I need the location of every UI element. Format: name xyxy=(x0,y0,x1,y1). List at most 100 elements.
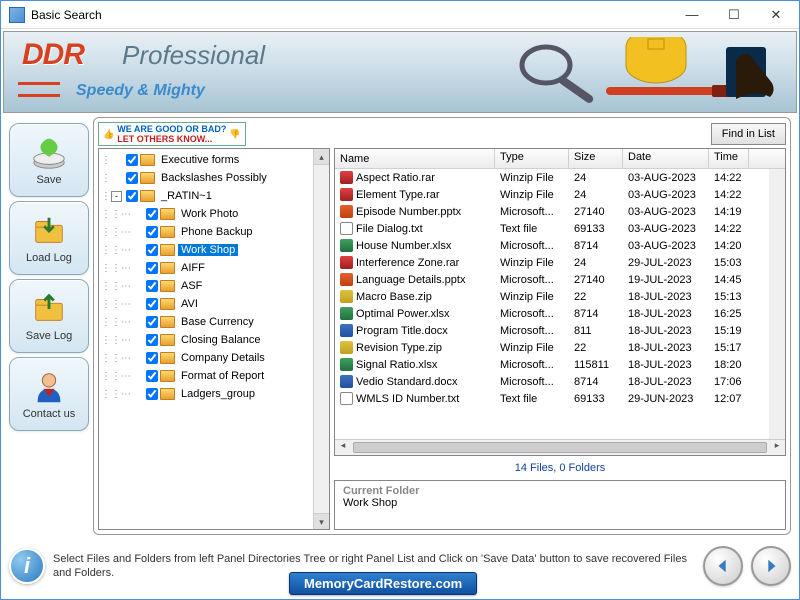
file-row[interactable]: Macro Base.zipWinzip File2218-JUL-202315… xyxy=(335,288,785,305)
txt-icon xyxy=(340,222,353,235)
tree-item[interactable]: ⋮Executive forms xyxy=(101,151,329,169)
col-size[interactable]: Size xyxy=(569,149,623,168)
tree-item[interactable]: ⋮-_RATIN~1 xyxy=(101,187,329,205)
tree-checkbox[interactable] xyxy=(146,226,158,238)
content-area: Save Load Log Save Log Contact us 👍 WE xyxy=(1,115,799,537)
save-icon xyxy=(30,134,68,172)
tree-scrollbar[interactable]: ▴ ▾ xyxy=(313,149,329,529)
scroll-left-icon[interactable]: ◂ xyxy=(335,440,351,455)
tree-checkbox[interactable] xyxy=(146,280,158,292)
file-name: Interference Zone.rar xyxy=(356,257,459,269)
file-row[interactable]: Vedio Standard.docxMicrosoft...871418-JU… xyxy=(335,373,785,390)
file-size: 27140 xyxy=(569,206,623,218)
file-row[interactable]: Program Title.docxMicrosoft...81118-JUL-… xyxy=(335,322,785,339)
next-button[interactable] xyxy=(751,546,791,586)
file-type: Text file xyxy=(495,223,569,235)
file-row[interactable]: Element Type.rarWinzip File2403-AUG-2023… xyxy=(335,186,785,203)
file-size: 8714 xyxy=(569,240,623,252)
file-row[interactable]: Episode Number.pptxMicrosoft...2714003-A… xyxy=(335,203,785,220)
file-date: 03-AUG-2023 xyxy=(623,240,709,252)
file-type: Text file xyxy=(495,393,569,405)
filelist-hscrollbar[interactable]: ◂ ▸ xyxy=(335,439,785,455)
tree-item[interactable]: ⋮⋮⋯Base Currency xyxy=(101,313,329,331)
file-time: 14:45 xyxy=(709,274,749,286)
tools-illustration xyxy=(486,37,786,109)
tree-checkbox[interactable] xyxy=(146,208,158,220)
file-row[interactable]: Optimal Power.xlsxMicrosoft...871418-JUL… xyxy=(335,305,785,322)
tree-checkbox[interactable] xyxy=(146,262,158,274)
tree-item[interactable]: ⋮Backslashes Possibly xyxy=(101,169,329,187)
file-name: Macro Base.zip xyxy=(356,291,432,303)
tree-checkbox[interactable] xyxy=(146,334,158,346)
tree-checkbox[interactable] xyxy=(126,154,138,166)
file-type: Winzip File xyxy=(495,342,569,354)
tree-item[interactable]: ⋮⋮⋯Ladgers_group xyxy=(101,385,329,403)
file-date: 19-JUL-2023 xyxy=(623,274,709,286)
find-in-list-button[interactable]: Find in List xyxy=(711,123,786,145)
expander-icon[interactable]: - xyxy=(111,191,122,202)
tree-checkbox[interactable] xyxy=(146,298,158,310)
save-button[interactable]: Save xyxy=(9,123,89,197)
file-time: 18:20 xyxy=(709,359,749,371)
tree-checkbox[interactable] xyxy=(146,244,158,256)
close-button[interactable]: ✕ xyxy=(755,4,797,26)
minimize-button[interactable]: — xyxy=(671,4,713,26)
tree-item[interactable]: ⋮⋮⋯Phone Backup xyxy=(101,223,329,241)
scroll-right-icon[interactable]: ▸ xyxy=(769,440,785,455)
file-time: 14:22 xyxy=(709,172,749,184)
prev-button[interactable] xyxy=(703,546,743,586)
tree-label: Backslashes Possibly xyxy=(158,172,270,184)
tree-item[interactable]: ⋮⋮⋯Work Photo xyxy=(101,205,329,223)
contact-us-button[interactable]: Contact us xyxy=(9,357,89,431)
file-row[interactable]: WMLS ID Number.txtText file6913329-JUN-2… xyxy=(335,390,785,407)
tree-checkbox[interactable] xyxy=(126,172,138,184)
file-row[interactable]: Signal Ratio.xlsxMicrosoft...11581118-JU… xyxy=(335,356,785,373)
file-name: House Number.xlsx xyxy=(356,240,451,252)
scroll-up-icon[interactable]: ▴ xyxy=(314,149,329,165)
tree-label: Executive forms xyxy=(158,154,242,166)
file-name: Signal Ratio.xlsx xyxy=(356,359,437,371)
folder-icon xyxy=(160,262,175,274)
tree-item[interactable]: ⋮⋮⋯Format of Report xyxy=(101,367,329,385)
col-time[interactable]: Time xyxy=(709,149,749,168)
maximize-button[interactable]: ☐ xyxy=(713,4,755,26)
tree-item[interactable]: ⋮⋮⋯AIFF xyxy=(101,259,329,277)
file-size: 8714 xyxy=(569,308,623,320)
tree-checkbox[interactable] xyxy=(146,388,158,400)
tree-checkbox[interactable] xyxy=(146,352,158,364)
scroll-down-icon[interactable]: ▾ xyxy=(314,513,329,529)
filelist-vscrollbar[interactable] xyxy=(769,169,785,439)
file-size: 27140 xyxy=(569,274,623,286)
file-list[interactable]: Name Type Size Date Time Aspect Ratio.ra… xyxy=(334,148,786,456)
col-date[interactable]: Date xyxy=(623,149,709,168)
folder-icon xyxy=(140,154,155,166)
file-row[interactable]: Revision Type.zipWinzip File2218-JUL-202… xyxy=(335,339,785,356)
tree-item[interactable]: ⋮⋮⋯Company Details xyxy=(101,349,329,367)
tree-checkbox[interactable] xyxy=(146,316,158,328)
folder-tree[interactable]: ⋮Executive forms⋮Backslashes Possibly⋮-_… xyxy=(98,148,330,530)
save-log-icon xyxy=(30,290,68,328)
right-panel: Name Type Size Date Time Aspect Ratio.ra… xyxy=(334,148,786,530)
tree-checkbox[interactable] xyxy=(146,370,158,382)
hscroll-thumb[interactable] xyxy=(353,442,767,453)
tree-item[interactable]: ⋮⋮⋯Closing Balance xyxy=(101,331,329,349)
file-row[interactable]: File Dialog.txtText file6913303-AUG-2023… xyxy=(335,220,785,237)
file-size: 24 xyxy=(569,257,623,269)
col-name[interactable]: Name xyxy=(335,149,495,168)
file-row[interactable]: House Number.xlsxMicrosoft...871403-AUG-… xyxy=(335,237,785,254)
load-log-button[interactable]: Load Log xyxy=(9,201,89,275)
folder-icon xyxy=(160,244,175,256)
tree-item[interactable]: ⋮⋮⋯ASF xyxy=(101,277,329,295)
tree-item[interactable]: ⋮⋮⋯Work Shop xyxy=(101,241,329,259)
file-name: Episode Number.pptx xyxy=(356,206,461,218)
tree-item[interactable]: ⋮⋮⋯AVI xyxy=(101,295,329,313)
feedback-banner[interactable]: 👍 WE ARE GOOD OR BAD? LET OTHERS KNOW...… xyxy=(98,122,246,146)
save-log-button[interactable]: Save Log xyxy=(9,279,89,353)
tree-label: Base Currency xyxy=(178,316,257,328)
file-row[interactable]: Aspect Ratio.rarWinzip File2403-AUG-2023… xyxy=(335,169,785,186)
tree-checkbox[interactable] xyxy=(126,190,138,202)
col-type[interactable]: Type xyxy=(495,149,569,168)
file-row[interactable]: Language Details.pptxMicrosoft...2714019… xyxy=(335,271,785,288)
banner-stripe xyxy=(18,82,60,85)
file-row[interactable]: Interference Zone.rarWinzip File2429-JUL… xyxy=(335,254,785,271)
